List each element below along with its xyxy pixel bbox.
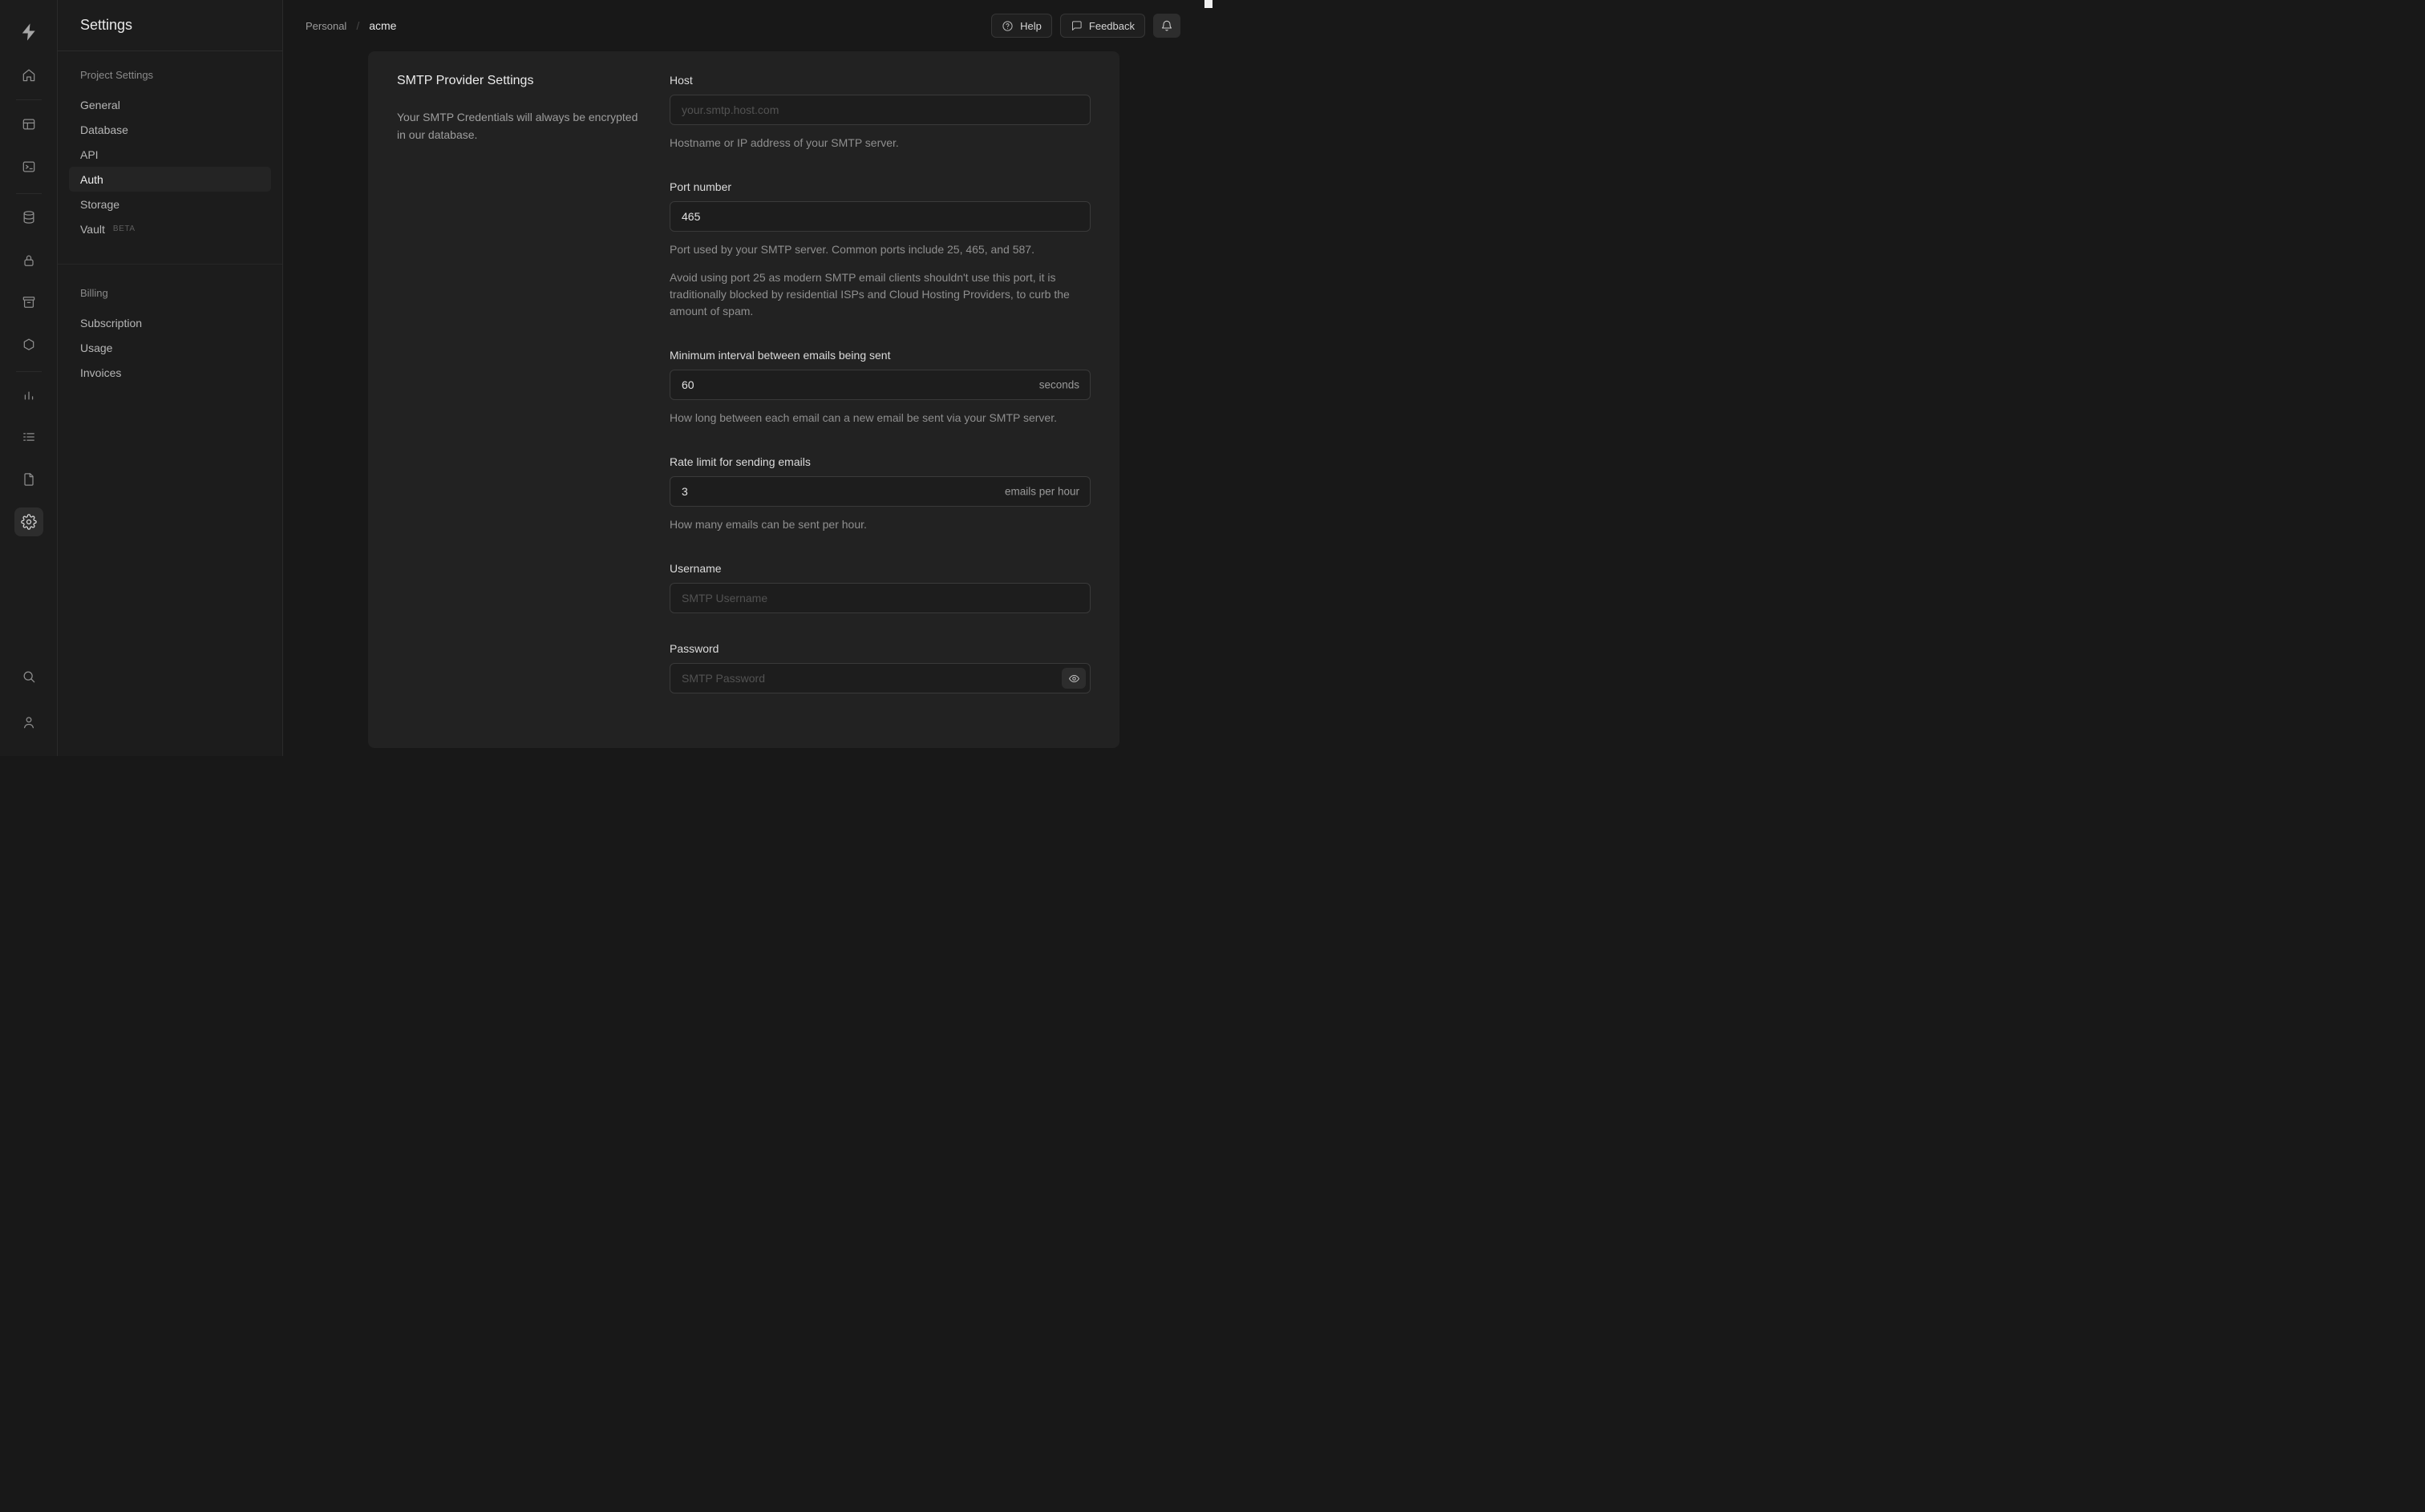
host-label: Host [670, 74, 693, 87]
top-header: Personal / acme Help Feedback [283, 0, 1212, 51]
project-settings-section: Project Settings General Database API Au… [58, 51, 282, 241]
host-input[interactable] [670, 95, 1091, 125]
sidebar-item-api[interactable]: API [69, 142, 271, 167]
section-heading-project-settings: Project Settings [80, 69, 154, 81]
logs-list-icon [23, 433, 34, 441]
rail-item-sql-editor[interactable] [14, 152, 43, 181]
beta-badge: BETA [112, 224, 136, 233]
feedback-bubble-icon [1071, 20, 1082, 30]
rail-divider [16, 193, 42, 194]
supabase-logo[interactable] [14, 18, 43, 46]
breadcrumb-project[interactable]: acme [369, 19, 396, 32]
breadcrumb: Personal / acme [306, 19, 396, 32]
user-icon [23, 717, 34, 729]
field-host: Host Hostname or IP address of your SMTP… [670, 74, 1091, 152]
rail-item-table-editor[interactable] [14, 110, 43, 139]
rate-limit-input[interactable] [670, 476, 1091, 507]
feedback-button[interactable]: Feedback [1059, 14, 1145, 38]
rail-item-search[interactable] [14, 662, 43, 691]
interval-helper: How long between each email can a new em… [670, 411, 1057, 424]
icon-rail [0, 0, 58, 756]
reports-bar-chart-icon [24, 391, 34, 400]
sidebar-item-database[interactable]: Database [69, 117, 271, 142]
username-label: Username [670, 562, 722, 575]
sidebar-item-storage[interactable]: Storage [69, 192, 271, 216]
sidebar-item-auth[interactable]: Auth [69, 167, 271, 192]
rail-divider [16, 371, 42, 372]
rail-item-account[interactable] [14, 708, 43, 737]
rail-item-storage[interactable] [14, 288, 43, 317]
field-username: Username [670, 562, 1091, 613]
port-helper-2: Avoid using port 25 as modern SMTP email… [670, 271, 1070, 317]
scrollbar-thumb[interactable] [1204, 0, 1212, 8]
rail-item-reports[interactable] [14, 380, 43, 409]
table-editor-grid-icon [22, 119, 35, 130]
search-icon [23, 671, 35, 683]
supabase-bolt-icon [22, 23, 35, 41]
rail-item-settings[interactable] [14, 507, 43, 536]
rate-limit-label: Rate limit for sending emails [670, 455, 811, 468]
host-helper: Hostname or IP address of your SMTP serv… [670, 136, 899, 149]
sql-editor-terminal-icon [22, 161, 35, 172]
page-title: Settings [80, 17, 133, 33]
sidebar-item-general[interactable]: General [69, 92, 271, 117]
sidebar-item-usage[interactable]: Usage [69, 335, 271, 360]
rail-divider [16, 99, 42, 100]
rail-item-database[interactable] [14, 203, 43, 232]
field-rate-limit: Rate limit for sending emails emails per… [670, 455, 1091, 533]
rail-item-auth[interactable] [14, 246, 43, 275]
password-label: Password [670, 642, 719, 655]
rail-item-logs[interactable] [14, 422, 43, 451]
storage-archive-icon [22, 297, 35, 308]
notifications-button[interactable] [1153, 14, 1180, 38]
auth-lock-icon [24, 255, 34, 266]
rail-item-docs[interactable] [14, 465, 43, 494]
password-input[interactable] [670, 663, 1091, 693]
settings-sidebar: Settings Project Settings General Databa… [58, 0, 283, 756]
field-port: Port number Port used by your SMTP serve… [670, 180, 1091, 320]
field-password: Password [670, 642, 1091, 693]
help-circle-icon [1002, 20, 1013, 31]
section-heading-billing: Billing [80, 287, 108, 299]
help-button[interactable]: Help [991, 14, 1052, 38]
panel-description: Your SMTP Credentials will always be enc… [397, 111, 638, 141]
breadcrumb-org[interactable]: Personal [306, 20, 346, 32]
database-cylinder-icon [23, 211, 34, 224]
sidebar-item-invoices[interactable]: Invoices [69, 360, 271, 385]
interval-input[interactable] [670, 370, 1091, 400]
port-label: Port number [670, 180, 732, 193]
interval-label: Minimum interval between emails being se… [670, 349, 891, 362]
smtp-form: Host Hostname or IP address of your SMTP… [670, 74, 1091, 693]
password-reveal-button[interactable] [1062, 668, 1086, 689]
rail-item-home[interactable] [14, 61, 43, 90]
username-input[interactable] [670, 583, 1091, 613]
panel-intro: SMTP Provider Settings Your SMTP Credent… [397, 74, 670, 693]
panel-title: SMTP Provider Settings [397, 74, 534, 87]
header-actions: Help Feedback [991, 14, 1180, 38]
bell-icon [1161, 20, 1172, 31]
settings-gear-icon [21, 514, 37, 530]
home-icon [22, 69, 35, 82]
field-minimum-interval: Minimum interval between emails being se… [670, 349, 1091, 427]
docs-file-icon [24, 473, 34, 486]
port-input[interactable] [670, 201, 1091, 232]
port-helper-1: Port used by your SMTP server. Common po… [670, 243, 1034, 256]
rail-item-edge-functions[interactable] [14, 330, 43, 359]
sidebar-item-vault[interactable]: Vault BETA [69, 216, 271, 241]
settings-sidebar-header: Settings [58, 0, 282, 51]
billing-section: Billing Subscription Usage Invoices [58, 265, 282, 385]
smtp-settings-panel: SMTP Provider Settings Your SMTP Credent… [368, 51, 1119, 748]
rate-limit-helper: How many emails can be sent per hour. [670, 518, 867, 531]
sidebar-item-subscription[interactable]: Subscription [69, 310, 271, 335]
breadcrumb-separator: / [356, 19, 360, 32]
edge-functions-hexagon-icon [23, 338, 34, 350]
eye-icon [1068, 674, 1079, 682]
